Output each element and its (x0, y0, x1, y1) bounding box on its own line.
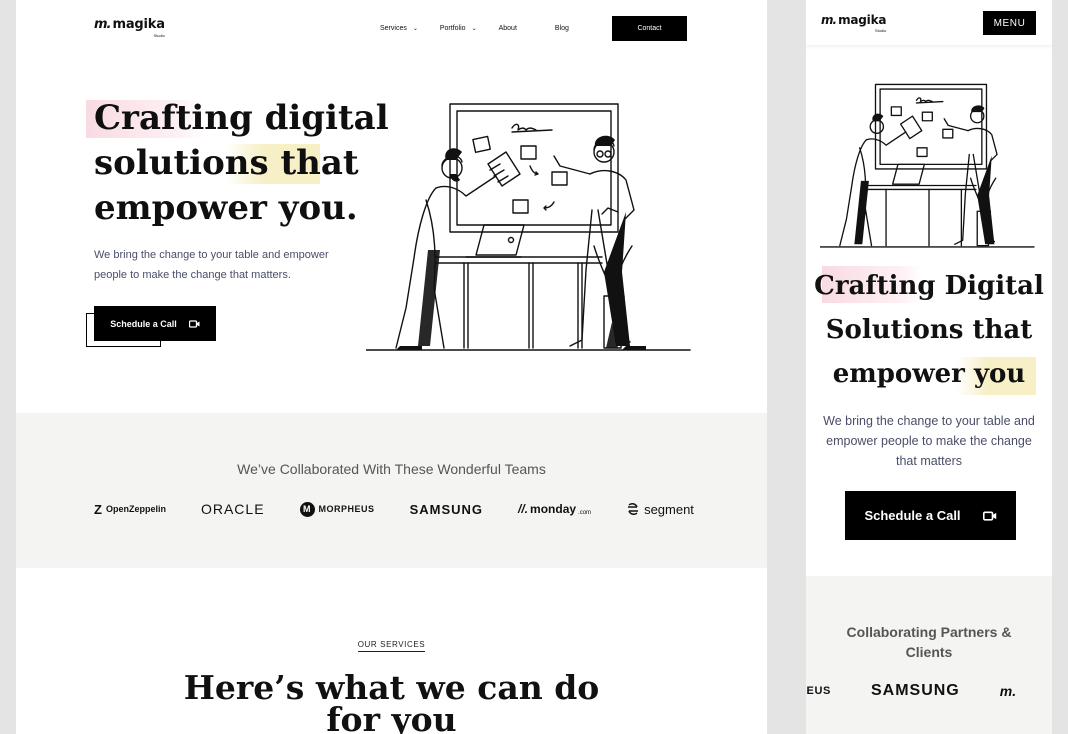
logo-samsung: SAMSUNG (410, 502, 483, 517)
hero-title-line: solutions that (94, 143, 359, 183)
mobile-collaborators-section: Collaborating Partners & Clients HEUS SA… (806, 576, 1052, 734)
logo-samsung: SAMSUNG (870, 682, 960, 699)
schedule-call-button[interactable]: Schedule a Call (94, 306, 216, 341)
whiteboard-team-illustration (820, 83, 1035, 248)
whiteboard-team-illustration (366, 103, 691, 351)
brand-name: ORACLE (200, 501, 265, 517)
logo-openzeppelin: Z OpenZeppelin (94, 502, 166, 517)
mobile-header: m. magika Studio MENU (806, 0, 1052, 45)
video-camera-icon (982, 510, 996, 521)
logo-mark: m. (821, 13, 837, 27)
brand-name: segment (644, 501, 694, 517)
hero-title-line: Crafting Digital (814, 271, 1044, 301)
brand-name: SAMSUNG (409, 501, 484, 517)
collaborators-section: We’ve Collaborated With These Wonderful … (16, 413, 767, 568)
hero-subtitle: We bring the change to your table and em… (94, 249, 329, 281)
cta-label: Schedule a Call (110, 318, 177, 329)
nav-item-portfolio[interactable]: Portfolio ⌄ (440, 25, 477, 32)
partner-logos-carousel: HEUS SAMSUNG m. (806, 682, 1052, 700)
nav-item-about[interactable]: About (499, 25, 517, 32)
cta-label: Schedule a Call (864, 508, 961, 523)
desktop-layout: m. magika Studio Services ⌄ Portfolio ⌄ … (16, 0, 767, 734)
services-eyebrow-text: OUR SERVICES (357, 640, 426, 652)
contact-button[interactable]: Contact (612, 16, 687, 41)
logo-monday: //. monday .com (518, 502, 591, 516)
services-title: Here’s what we can do for you (16, 671, 767, 734)
main-nav: Services ⌄ Portfolio ⌄ About Blog Contac… (380, 16, 687, 41)
hero-title-line: empower you (832, 359, 1026, 389)
schedule-call-button[interactable]: Schedule a Call (845, 491, 1016, 540)
menu-button[interactable]: MENU (983, 11, 1036, 35)
services-eyebrow: OUR SERVICES (16, 640, 767, 652)
brand-name: MORPHEUS (318, 504, 375, 514)
logo-morpheus-partial: HEUS (806, 685, 831, 697)
logo-subtitle: Studio (874, 28, 887, 33)
nav-label: About (498, 25, 517, 32)
segment-icon (628, 503, 639, 515)
logo-wordmark: magika (112, 17, 165, 32)
mobile-layout: m. magika Studio MENU Crafting Digital S… (806, 0, 1052, 734)
hero-title: Crafting digital solutions that empower … (94, 96, 389, 231)
mobile-hero-subtitle: We bring the change to your table and em… (823, 414, 1035, 468)
nav-item-services[interactable]: Services ⌄ (380, 25, 418, 32)
logo-mark: m. (94, 17, 112, 32)
logo-oracle: ORACLE (201, 501, 265, 517)
partner-logos: Z OpenZeppelin ORACLE M MORPHEUS SAMSUNG… (94, 501, 694, 517)
hero-title-line: Solutions that (825, 315, 1033, 345)
logo-subtitle: Studio (153, 33, 165, 38)
logo-segment: segment (626, 502, 694, 517)
chevron-down-icon: ⌄ (471, 26, 477, 32)
monday-icon: //. (518, 502, 529, 516)
logo-morpheus: M MORPHEUS (299, 501, 375, 517)
morpheus-icon: M (299, 501, 315, 517)
openzeppelin-icon: Z (94, 501, 102, 517)
brand-logo[interactable]: m. magika Studio (821, 13, 887, 33)
mobile-hero-title: Crafting Digital Solutions that empower … (806, 264, 1052, 396)
video-camera-icon (188, 319, 200, 328)
hero-title-line: empower you. (94, 188, 358, 228)
nav-item-blog[interactable]: Blog (555, 25, 569, 32)
nav-label: Portfolio (439, 25, 466, 32)
brand-logo[interactable]: m. magika Studio (94, 17, 165, 38)
services-title-line: for you (326, 700, 457, 734)
collab-title: We’ve Collaborated With These Wonderful … (237, 461, 546, 477)
hero-title-line: Crafting digital (94, 98, 389, 138)
logo-monday-partial: m. (999, 683, 1017, 699)
brand-suffix: .com (578, 510, 592, 516)
collab-title: Collaborating Partners & Clients (846, 624, 1012, 660)
brand-name: monday (530, 502, 577, 516)
chevron-down-icon: ⌄ (412, 26, 418, 32)
nav-label: Blog (554, 25, 569, 32)
logo-wordmark: magika (838, 13, 887, 27)
nav-label: Services (380, 25, 407, 32)
brand-name: OpenZeppelin (105, 504, 166, 514)
